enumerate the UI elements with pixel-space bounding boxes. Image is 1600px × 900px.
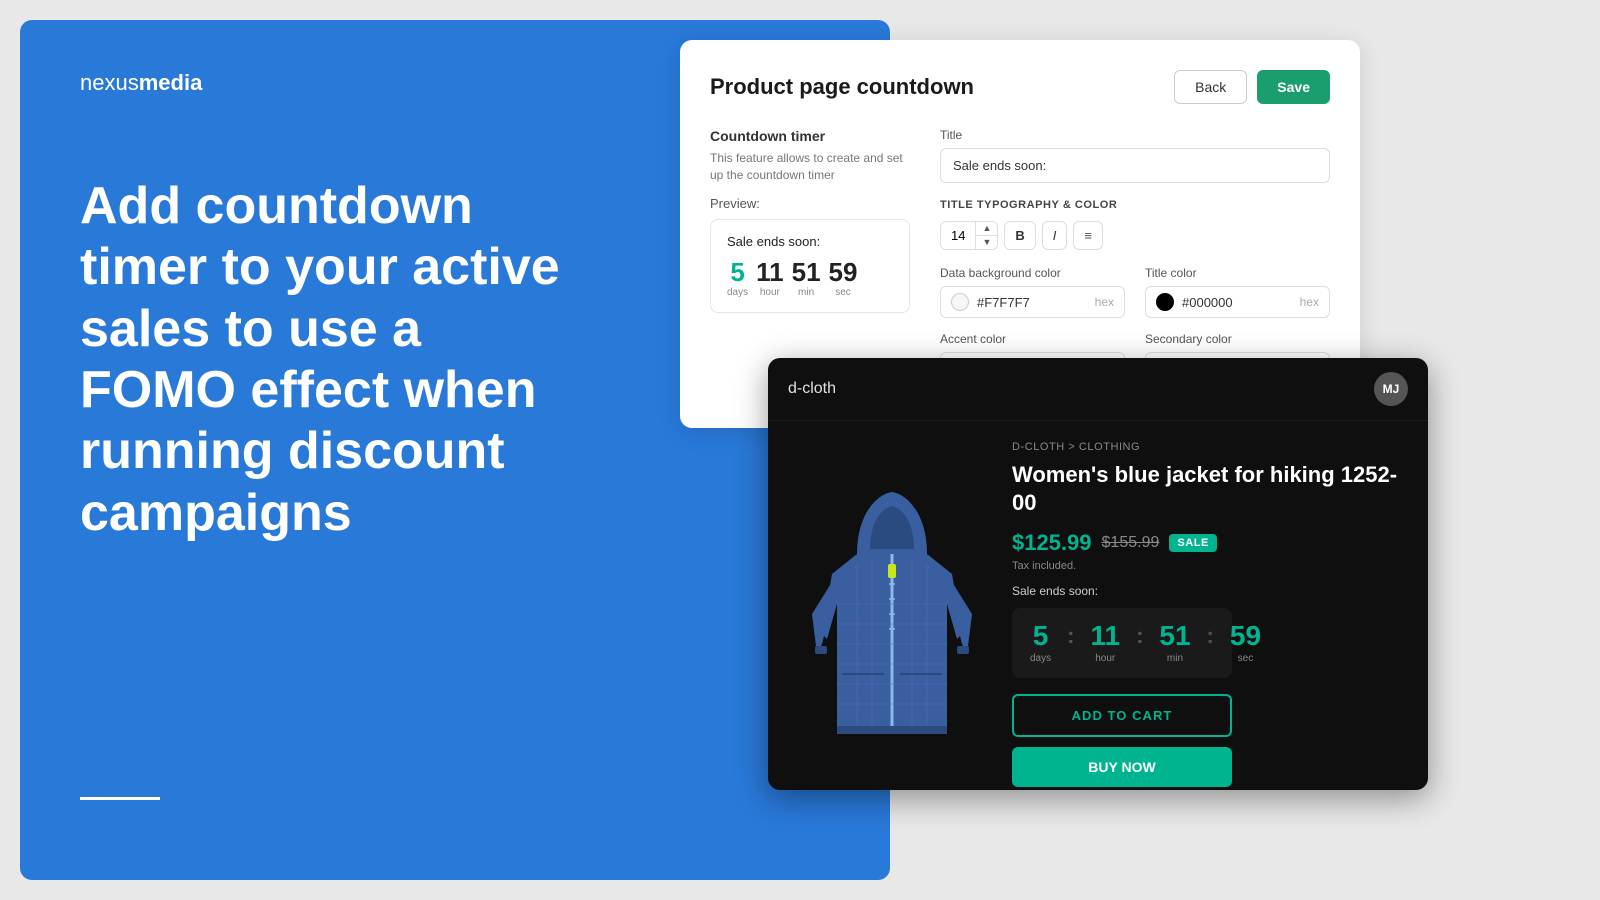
buy-now-button[interactable]: BUY NOW	[1012, 747, 1232, 787]
preview-days-number: 5	[727, 259, 748, 285]
preview-card: Sale ends soon: 5 days 11 hour 51 min	[710, 219, 910, 313]
product-sec-unit: sec	[1230, 653, 1261, 664]
product-image-area	[792, 441, 992, 787]
font-size-down[interactable]: ▼	[976, 236, 997, 249]
preview-sec-unit: sec	[829, 287, 858, 298]
preview-sec-item: 59 sec	[829, 259, 858, 298]
user-avatar: MJ	[1374, 372, 1408, 406]
product-header: d-cloth MJ	[768, 358, 1428, 421]
title-color-label: Title color	[1145, 266, 1330, 280]
product-min-item: 51 min	[1159, 622, 1190, 664]
font-size-arrows: ▲ ▼	[976, 222, 997, 249]
product-hour-unit: hour	[1090, 653, 1120, 664]
preview-hour-item: 11 hour	[756, 259, 784, 298]
product-breadcrumb: D-CLOTH > CLOTHING	[1012, 441, 1404, 453]
font-size-up[interactable]: ▲	[976, 222, 997, 236]
brand-name-bold: media	[139, 70, 203, 95]
preview-min-item: 51 min	[792, 259, 821, 298]
product-info: D-CLOTH > CLOTHING Women's blue jacket f…	[1012, 441, 1404, 787]
product-days-unit: days	[1030, 653, 1051, 664]
align-button[interactable]: ≡	[1073, 221, 1103, 250]
product-countdown: 5 days : 11 hour : 51 min : 59 sec	[1012, 608, 1232, 678]
store-name: d-cloth	[788, 380, 836, 398]
title-color-dot	[1156, 293, 1174, 311]
product-body: D-CLOTH > CLOTHING Women's blue jacket f…	[768, 421, 1428, 790]
product-days-item: 5 days	[1030, 622, 1051, 664]
title-field-label: Title	[940, 128, 1330, 142]
data-bg-hex: hex	[1095, 295, 1114, 309]
product-hour-item: 11 hour	[1090, 622, 1120, 664]
preview-days-unit: days	[727, 287, 748, 298]
product-panel: d-cloth MJ	[768, 358, 1428, 790]
color-row-1: Data background color #F7F7F7 hex Title …	[940, 266, 1330, 318]
header-buttons: Back Save	[1174, 70, 1330, 104]
preview-hour-unit: hour	[756, 287, 784, 298]
product-hour-number: 11	[1090, 622, 1120, 650]
settings-header: Product page countdown Back Save	[710, 70, 1330, 104]
save-button[interactable]: Save	[1257, 70, 1330, 104]
title-color-field: Title color #000000 hex	[1145, 266, 1330, 318]
price-current: $125.99	[1012, 530, 1092, 556]
font-size-control: 14 ▲ ▼	[940, 221, 998, 250]
data-bg-field: Data background color #F7F7F7 hex	[940, 266, 1125, 318]
preview-sale-text: Sale ends soon:	[727, 234, 893, 249]
data-bg-dot	[951, 293, 969, 311]
title-color-input[interactable]: #000000 hex	[1145, 286, 1330, 318]
product-name: Women's blue jacket for hiking 1252-00	[1012, 461, 1404, 516]
countdown-sep-2: :	[1136, 623, 1143, 663]
typography-section-label: TITLE TYPOGRAPHY & COLOR	[940, 199, 1330, 211]
brand-name-light: nexus	[80, 70, 139, 95]
add-to-cart-button[interactable]: ADD TO CART	[1012, 694, 1232, 737]
data-bg-value: #F7F7F7	[977, 295, 1087, 310]
bold-button[interactable]: B	[1004, 221, 1035, 250]
countdown-sep-3: :	[1207, 623, 1214, 663]
tax-info: Tax included.	[1012, 560, 1404, 572]
product-min-number: 51	[1159, 622, 1190, 650]
title-input[interactable]	[940, 148, 1330, 183]
price-row: $125.99 $155.99 SALE	[1012, 530, 1404, 556]
countdown-sep-1: :	[1067, 623, 1074, 663]
secondary-label: Secondary color	[1145, 332, 1330, 346]
product-min-unit: min	[1159, 653, 1190, 664]
preview-hour-number: 11	[756, 259, 784, 285]
product-sec-item: 59 sec	[1230, 622, 1261, 664]
back-button[interactable]: Back	[1174, 70, 1247, 104]
preview-days-item: 5 days	[727, 259, 748, 298]
product-sec-number: 59	[1230, 622, 1261, 650]
title-color-value: #000000	[1182, 295, 1292, 310]
preview-countdown: 5 days 11 hour 51 min 59 sec	[727, 259, 893, 298]
preview-label: Preview:	[710, 196, 910, 211]
countdown-section-desc: This feature allows to create and set up…	[710, 150, 910, 184]
font-size-value: 14	[941, 222, 976, 249]
hero-heading: Add countdown timer to your active sales…	[80, 176, 580, 544]
typography-controls: 14 ▲ ▼ B I ≡	[940, 221, 1330, 250]
sale-ends-label: Sale ends soon:	[1012, 584, 1404, 598]
preview-min-number: 51	[792, 259, 821, 285]
title-color-hex: hex	[1300, 295, 1319, 309]
preview-sec-number: 59	[829, 259, 858, 285]
accent-label: Accent color	[940, 332, 1125, 346]
data-bg-label: Data background color	[940, 266, 1125, 280]
countdown-section-label: Countdown timer	[710, 128, 910, 144]
hero-divider	[80, 797, 160, 800]
sale-badge: SALE	[1169, 534, 1217, 552]
settings-panel-title: Product page countdown	[710, 74, 974, 100]
preview-min-unit: min	[792, 287, 821, 298]
data-bg-input[interactable]: #F7F7F7 hex	[940, 286, 1125, 318]
italic-button[interactable]: I	[1042, 221, 1068, 250]
price-original: $155.99	[1102, 534, 1160, 552]
title-field-row: Title	[940, 128, 1330, 183]
product-days-number: 5	[1030, 622, 1051, 650]
product-image	[802, 474, 982, 754]
